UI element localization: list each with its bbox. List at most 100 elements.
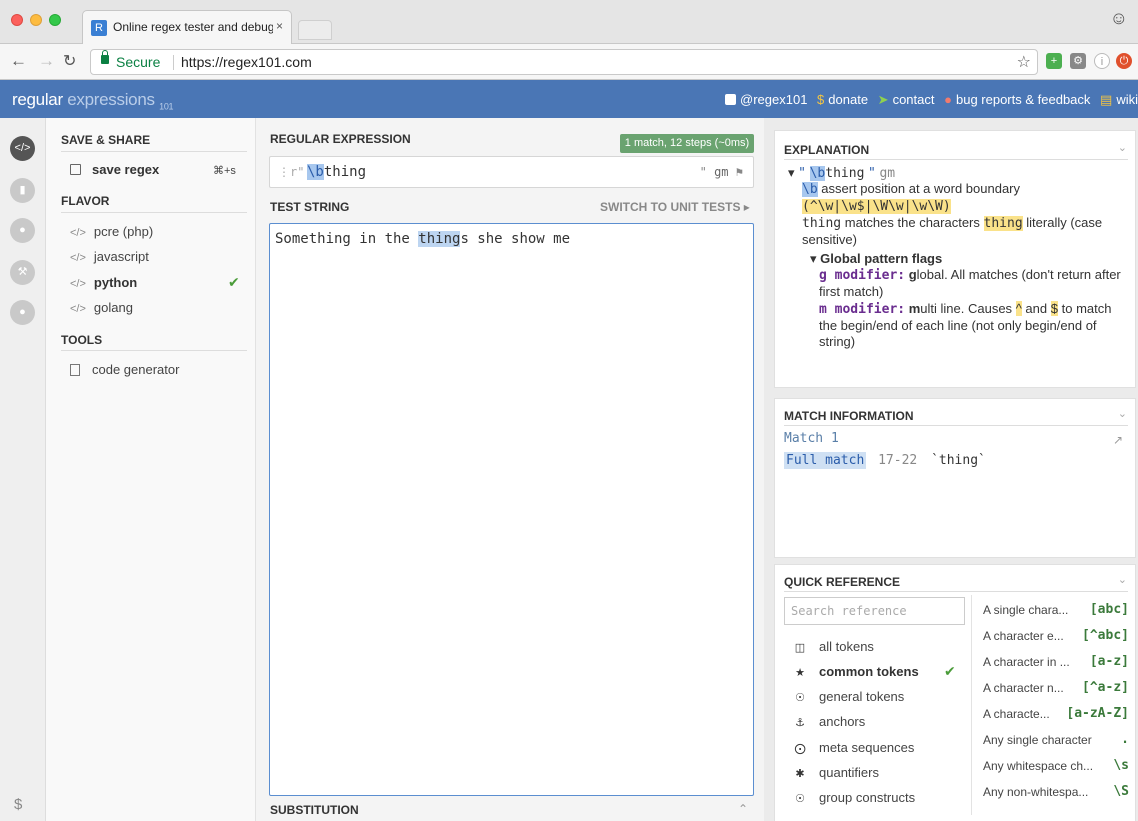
reference-token[interactable]: A character n... [^a-z]	[983, 680, 1129, 695]
g-modifier-label: g modifier:	[819, 268, 906, 283]
maximize-window-button[interactable]	[49, 14, 61, 26]
close-window-button[interactable]	[11, 14, 23, 26]
bug-reports-link[interactable]: ● bug reports & feedback	[944, 92, 1090, 107]
chat-icon[interactable]: ●	[10, 300, 35, 325]
explanation-card: EXPLANATION ⌄ ▾ " \bthing " gm \b assert…	[774, 130, 1136, 388]
token-code: [a-z]	[1089, 654, 1129, 669]
category-common-tokens[interactable]: ★ common tokens	[793, 664, 919, 679]
flavor-javascript[interactable]: </> javascript	[70, 249, 149, 264]
profile-icon[interactable]: ☺	[1110, 8, 1128, 29]
reference-token[interactable]: Any whitespace ch... \s	[983, 758, 1129, 773]
sponsor-dollar-icon[interactable]: $	[14, 796, 22, 813]
token-description: A characte...	[983, 707, 1050, 721]
target-icon: ☉	[795, 793, 805, 805]
token-code: [^abc]	[1082, 628, 1129, 643]
wiki-link[interactable]: ▤ wiki	[1100, 92, 1138, 107]
bug-icon: ●	[944, 92, 952, 107]
site-logo[interactable]: regular expressions 101	[12, 90, 174, 111]
flavor-label: golang	[93, 300, 133, 315]
chevron-up-icon[interactable]: ⌃	[738, 802, 748, 816]
share-icon[interactable]: ↗	[1113, 433, 1123, 447]
minimize-window-button[interactable]	[30, 14, 42, 26]
chevron-down-icon[interactable]: ⌄	[1118, 573, 1127, 586]
account-icon[interactable]: ●	[10, 218, 35, 243]
switch-to-unit-tests-link[interactable]: SWITCH TO UNIT TESTS ▸	[600, 200, 750, 214]
contact-link[interactable]: ➤ contact	[878, 92, 935, 107]
reference-token[interactable]: A single chara... [abc]	[983, 602, 1129, 617]
reference-token[interactable]: A character in ... [a-z]	[983, 654, 1129, 669]
category-quantifiers[interactable]: ✱ quantifiers	[793, 765, 879, 780]
category-label: meta sequences	[819, 740, 915, 755]
wiki-label: wiki	[1116, 92, 1138, 107]
category-meta-sequences[interactable]: ⨀ meta sequences	[793, 740, 915, 755]
tab-close-icon[interactable]: ×	[276, 19, 283, 33]
divider	[61, 151, 247, 152]
summary-rest: thing	[825, 166, 865, 181]
code-generator-link[interactable]: code generator	[70, 362, 179, 377]
regex-pattern-rest: thing	[323, 164, 367, 180]
regex-editor-icon[interactable]: </>	[10, 136, 35, 161]
regex-heading: REGULAR EXPRESSION	[270, 132, 411, 146]
regex-suffix: "	[699, 165, 707, 179]
back-icon[interactable]: ←	[10, 51, 27, 71]
flavor-golang[interactable]: </> golang	[70, 300, 133, 315]
divider	[61, 212, 247, 213]
reference-search-input[interactable]	[791, 604, 961, 618]
category-group-constructs[interactable]: ☉ group constructs	[793, 790, 915, 805]
save-regex-label: save regex	[92, 162, 160, 177]
extension-power-icon[interactable]: ⏻	[1116, 53, 1132, 69]
reference-token[interactable]: A characte... [a-zA-Z]	[983, 706, 1129, 721]
reference-token[interactable]: Any single character.	[983, 732, 1129, 747]
editor-panel: REGULAR EXPRESSION 1 match, 12 steps (~0…	[256, 118, 764, 821]
reload-icon[interactable]: ↻	[63, 51, 76, 71]
omnibox[interactable]: Secure https://regex101.com ☆	[90, 49, 1038, 75]
flavor-pcre[interactable]: </> pcre (php)	[70, 224, 153, 239]
category-all-tokens[interactable]: ◫ all tokens	[793, 639, 874, 654]
library-icon[interactable]: ▮	[10, 178, 35, 203]
summary-flags: gm	[879, 166, 896, 181]
regex-flags-button[interactable]: " gm ⚑	[700, 165, 743, 179]
donate-link[interactable]: $ donate	[817, 92, 868, 107]
reference-token[interactable]: Any non-whitespa... \S	[983, 784, 1129, 799]
substitution-heading[interactable]: SUBSTITUTION	[270, 803, 359, 817]
new-tab-button[interactable]	[298, 20, 332, 40]
selected-check-icon: ✔	[944, 663, 956, 679]
divider	[971, 595, 972, 815]
save-regex-button[interactable]: save regex	[70, 162, 159, 177]
logo-main: regular	[12, 90, 63, 109]
test-string-input[interactable]: Something in the things she show me	[269, 223, 754, 796]
test-string-heading: TEST STRING	[270, 200, 350, 214]
category-general-tokens[interactable]: ☉ general tokens	[793, 689, 904, 704]
explanation-literal: thing matches the characters thing liter…	[802, 215, 1132, 248]
right-panel: EXPLANATION ⌄ ▾ " \bthing " gm \b assert…	[764, 118, 1138, 821]
g-modifier-explanation: g modifier: global. All matches (don't r…	[819, 267, 1129, 300]
flavor-python[interactable]: </> python	[70, 275, 137, 290]
caret-down-icon[interactable]: ▾	[788, 165, 795, 180]
match-information-card: MATCH INFORMATION ⌄ Match 1 ↗ Full match…	[774, 398, 1136, 558]
settings-wrench-icon[interactable]: ⚒	[10, 260, 35, 285]
extension-info-icon[interactable]: i	[1094, 53, 1110, 69]
divider	[784, 591, 1128, 592]
full-match-label: Full match	[784, 452, 867, 469]
url-text[interactable]: https://regex101.com	[181, 54, 312, 70]
browser-tab[interactable]: R Online regex tester and debugger ×	[82, 10, 292, 44]
forward-icon[interactable]: →	[38, 51, 55, 71]
match-value: `thing`	[931, 453, 986, 468]
regex-pattern[interactable]: \bthing	[307, 164, 366, 180]
regex-flags-text: gm	[714, 165, 729, 179]
chevron-down-icon[interactable]: ⌄	[1118, 141, 1127, 154]
full-match-row: Full match 17-22 `thing`	[784, 452, 986, 469]
twitter-link[interactable]: @regex101	[725, 92, 807, 107]
extension-gear-icon[interactable]: ⚙	[1070, 53, 1086, 69]
reference-search[interactable]	[784, 597, 965, 625]
code-icon: </>	[70, 278, 86, 290]
chevron-down-icon[interactable]: ⌄	[1118, 407, 1127, 420]
regex-input[interactable]: ⋮r" \bthing " gm ⚑	[269, 156, 754, 188]
extension-plus-icon[interactable]: +	[1046, 53, 1062, 69]
flavor-label: python	[93, 275, 138, 290]
bookmark-star-icon[interactable]: ☆	[1017, 52, 1031, 72]
category-anchors[interactable]: ⚓ anchors	[793, 714, 865, 729]
reference-token[interactable]: A character e... [^abc]	[983, 628, 1129, 643]
caret-down-icon[interactable]: ▾	[810, 251, 817, 266]
token-code: [^a-z]	[1082, 680, 1129, 695]
